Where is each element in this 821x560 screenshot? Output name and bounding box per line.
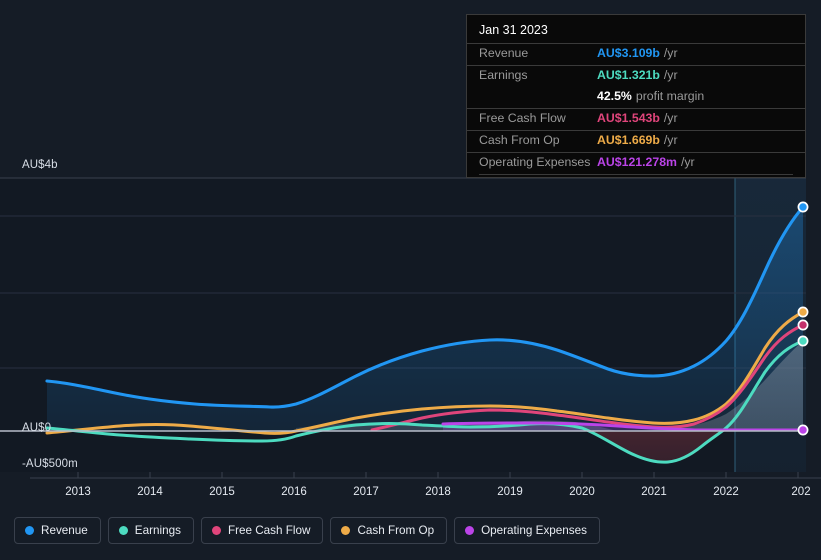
tooltip-row-operating-expenses: Operating Expenses AU$121.278m /yr	[467, 152, 805, 174]
tooltip-metric-unit: /yr	[681, 155, 695, 169]
chart-tooltip: Jan 31 2023 Revenue AU$3.109b /yr Earnin…	[466, 14, 806, 178]
tooltip-bottom-divider	[479, 174, 793, 175]
endpoint-revenue	[798, 202, 807, 211]
tooltip-row-free-cash-flow: Free Cash Flow AU$1.543b /yr	[467, 108, 805, 130]
x-axis-tick-label: 2022	[713, 486, 739, 498]
tooltip-metric-unit: /yr	[664, 133, 678, 147]
tooltip-row-revenue: Revenue AU$3.109b /yr	[467, 43, 805, 65]
legend-dot-icon	[119, 526, 128, 535]
x-axis-tick-label: 2018	[425, 486, 451, 498]
legend-item-label: Earnings	[135, 524, 181, 537]
tooltip-row-cash-from-op: Cash From Op AU$1.669b /yr	[467, 130, 805, 152]
legend-item-cash-from-op[interactable]: Cash From Op	[330, 517, 447, 544]
legend-item-label: Cash From Op	[357, 524, 434, 537]
y-axis-label-zero: AU$0	[22, 422, 51, 434]
endpoint-operating-expenses	[798, 425, 807, 434]
tooltip-metric-label: Free Cash Flow	[479, 111, 597, 125]
endpoint-cash-from-op	[798, 307, 807, 316]
tooltip-metric-value: AU$121.278m	[597, 155, 677, 169]
x-axis-tick-label: 2017	[353, 486, 379, 498]
y-axis-label-top: AU$4b	[22, 159, 58, 171]
tooltip-metric-unit: /yr	[664, 68, 678, 82]
x-axis-tick-label: 2015	[209, 486, 235, 498]
profit-margin-label: profit margin	[636, 89, 704, 103]
x-axis-tick-label: 2016	[281, 486, 307, 498]
y-axis-label-negative: -AU$500m	[22, 458, 78, 470]
endpoint-free-cash-flow	[798, 320, 807, 329]
tooltip-metric-value: AU$1.669b	[597, 133, 660, 147]
x-axis-tick-label: 2014	[137, 486, 163, 498]
tooltip-metric-unit: /yr	[664, 46, 678, 60]
tooltip-metric-label: Operating Expenses	[479, 155, 597, 169]
chart-legend: Revenue Earnings Free Cash Flow Cash Fro…	[14, 517, 600, 544]
profit-margin-value: 42.5%	[597, 89, 632, 103]
x-axis-tick-label: 2020	[569, 486, 595, 498]
legend-dot-icon	[25, 526, 34, 535]
tooltip-metric-label: Revenue	[479, 46, 597, 60]
tooltip-metric-unit: /yr	[664, 111, 678, 125]
tooltip-metric-label: Cash From Op	[479, 133, 597, 147]
x-axis-tick-label: 2021	[641, 486, 667, 498]
legend-item-label: Free Cash Flow	[228, 524, 311, 537]
tooltip-row-profit-margin: 42.5% profit margin	[467, 87, 805, 108]
financial-chart[interactable]: AU$4b AU$0 -AU$500m 2013 2014 2015 2016 …	[0, 0, 821, 505]
legend-dot-icon	[465, 526, 474, 535]
legend-item-label: Operating Expenses	[481, 524, 587, 537]
tooltip-metric-value: AU$3.109b	[597, 46, 660, 60]
x-axis-tick-label: 202	[791, 486, 810, 498]
x-axis-ticks	[78, 472, 798, 478]
endpoint-earnings	[798, 336, 807, 345]
tooltip-row-earnings: Earnings AU$1.321b /yr	[467, 65, 805, 87]
tooltip-date: Jan 31 2023	[467, 21, 805, 43]
legend-item-free-cash-flow[interactable]: Free Cash Flow	[201, 517, 324, 544]
legend-item-revenue[interactable]: Revenue	[14, 517, 101, 544]
tooltip-metric-value: AU$1.543b	[597, 111, 660, 125]
legend-item-operating-expenses[interactable]: Operating Expenses	[454, 517, 600, 544]
legend-item-earnings[interactable]: Earnings	[108, 517, 194, 544]
legend-dot-icon	[212, 526, 221, 535]
x-axis-tick-label: 2019	[497, 486, 523, 498]
x-axis-tick-label: 2013	[65, 486, 91, 498]
tooltip-metric-label: Earnings	[479, 68, 597, 82]
legend-dot-icon	[341, 526, 350, 535]
tooltip-metric-value: AU$1.321b	[597, 68, 660, 82]
legend-item-label: Revenue	[41, 524, 88, 537]
